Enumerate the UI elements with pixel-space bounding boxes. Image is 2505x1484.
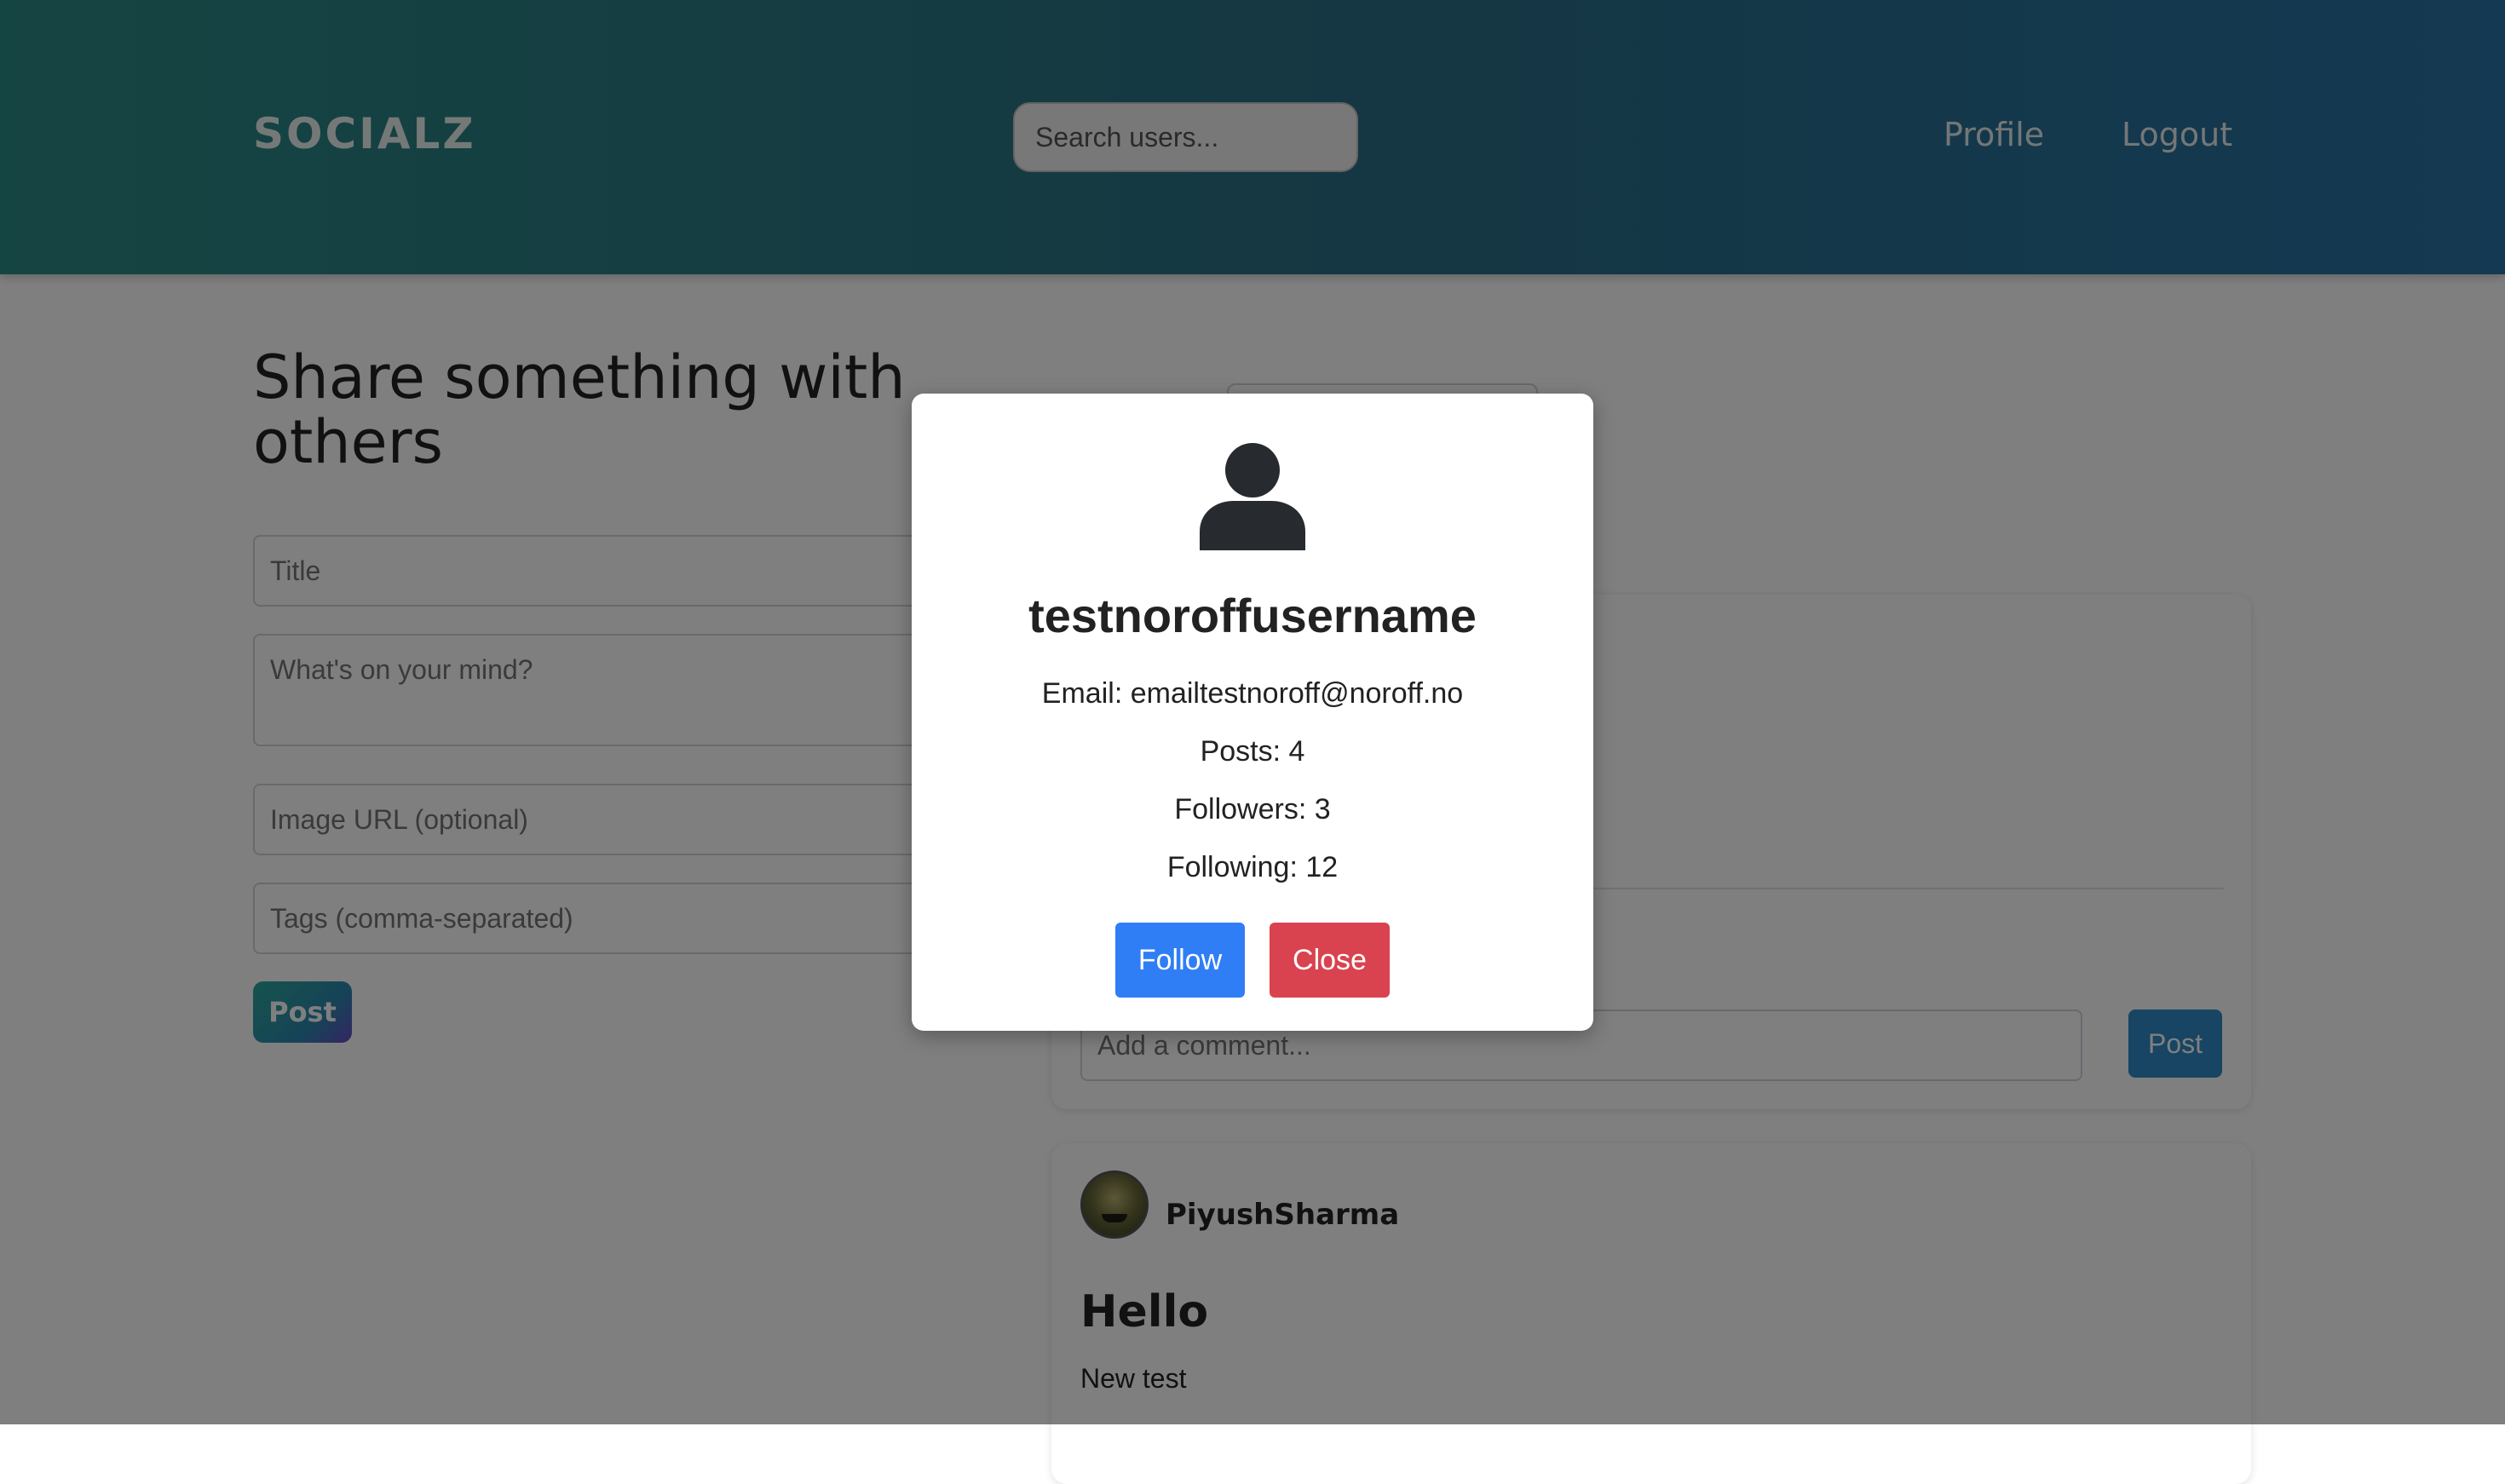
modal-username: testnoroffusername — [1028, 589, 1477, 642]
follow-button[interactable]: Follow — [1115, 923, 1245, 998]
user-email: Email: emailtestnoroff@noroff.no — [1041, 677, 1464, 710]
user-posts-count: Posts: 4 — [1200, 735, 1305, 768]
user-profile-modal: testnoroffusername Email: emailtestnorof… — [912, 394, 1593, 1031]
user-icon — [1200, 443, 1305, 550]
user-followers-count: Followers: 3 — [1174, 793, 1331, 825]
user-following-count: Following: 12 — [1166, 851, 1339, 883]
close-button[interactable]: Close — [1270, 923, 1390, 998]
